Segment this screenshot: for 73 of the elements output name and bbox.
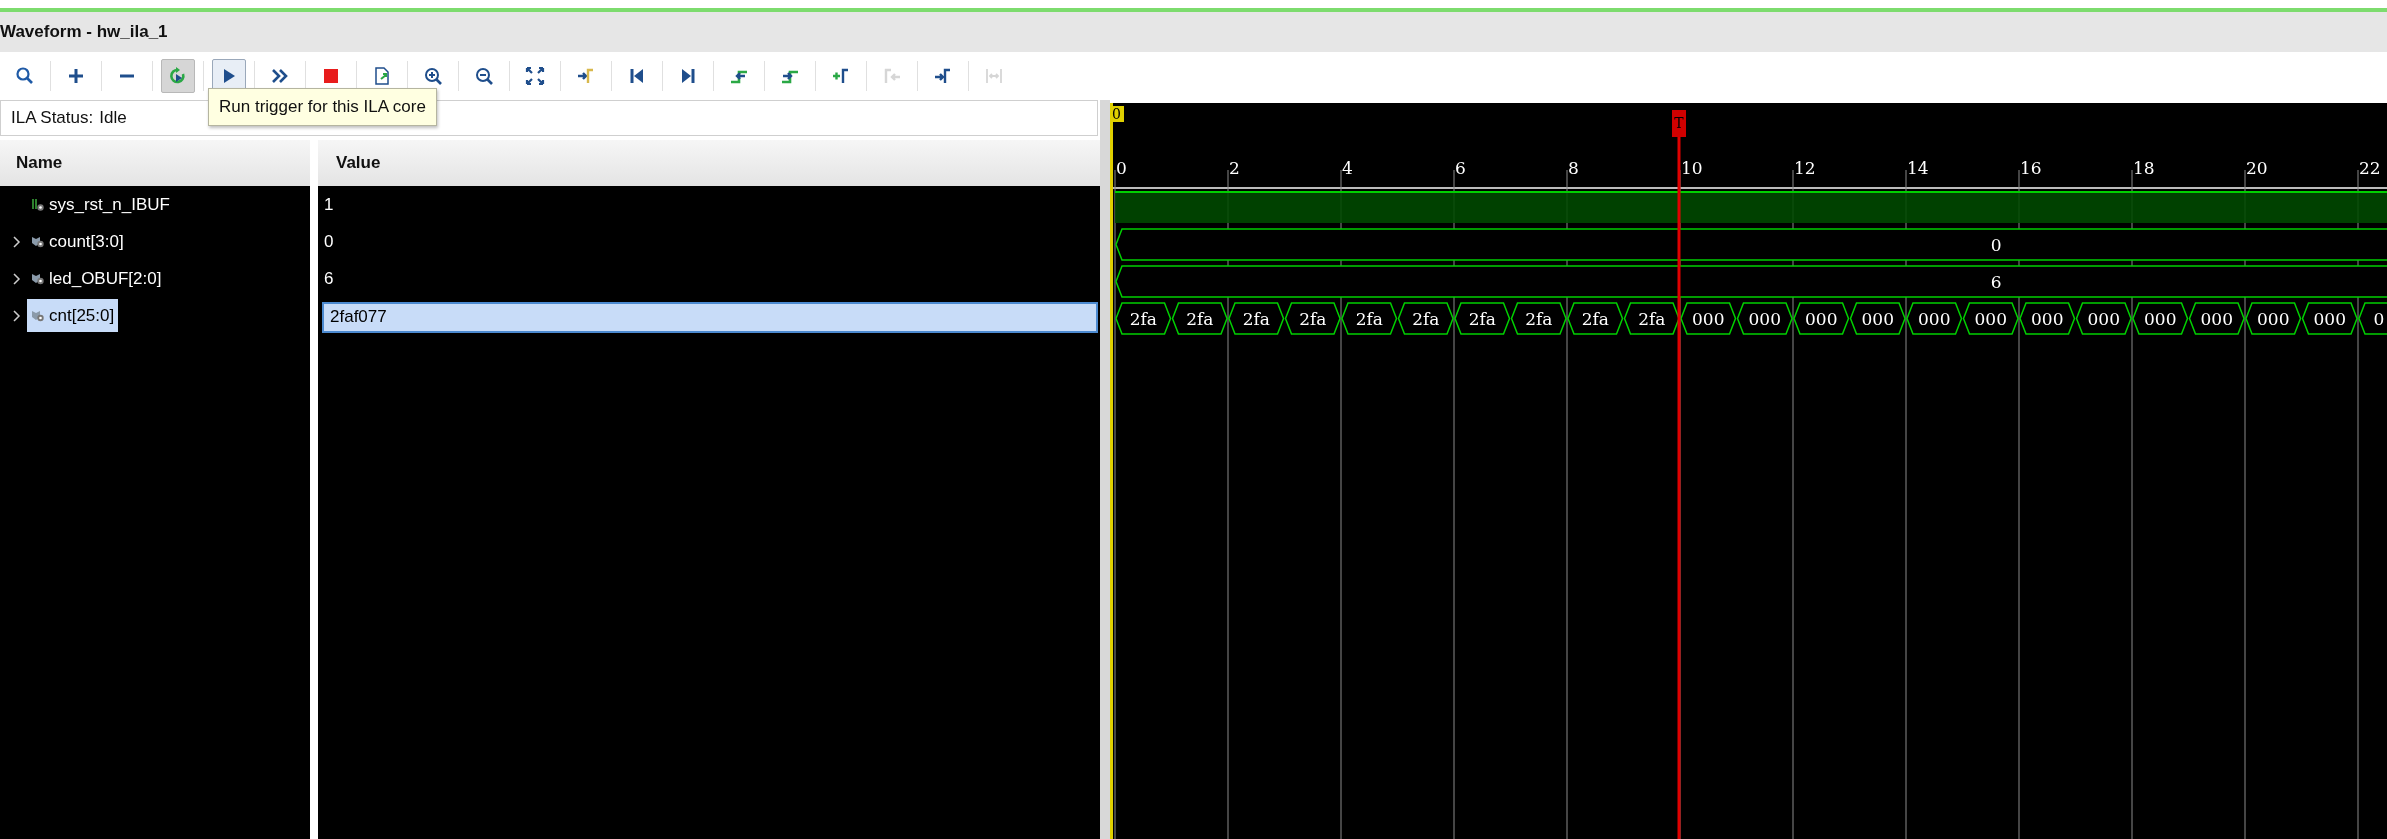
time-tick-label: 8 [1568, 158, 1579, 178]
auto-retrigger-button[interactable] [161, 59, 195, 93]
bus-value: 2fa [1623, 302, 1680, 335]
plus-bracket-icon [831, 66, 851, 86]
time-tick-label: 0 [1116, 158, 1127, 178]
signal-name[interactable]: cnt[25:0] [27, 299, 119, 332]
minus-icon [119, 74, 135, 78]
bus-value: 000 [1736, 302, 1793, 335]
bus-value: 2fa [1510, 302, 1567, 335]
signal-value: 2faf077 [322, 301, 1098, 333]
bus-value: 000 [2075, 302, 2132, 335]
signal-value: 0 [323, 230, 334, 253]
bus-value: 000 [1849, 302, 1906, 335]
bus-value: 2fa [1228, 302, 1285, 335]
bus-value: 2fa [1454, 302, 1511, 335]
time-tick-label: 2 [1229, 158, 1240, 178]
bus-value: 000 [2132, 302, 2189, 335]
time-tick-label: 14 [1907, 158, 1929, 178]
bit-signal-icon [31, 197, 45, 212]
bus-signal-icon [31, 234, 45, 249]
bus-value: 2fa [1115, 302, 1172, 335]
bus-signal-icon [31, 308, 45, 323]
bus-value: 000 [1962, 302, 2019, 335]
signal-name[interactable]: led_OBUF[2:0] [27, 262, 166, 295]
search-icon [15, 66, 35, 86]
column-header[interactable]: Name [0, 140, 310, 186]
zoom-in-icon [423, 66, 443, 86]
trigger-marker[interactable]: T [1672, 110, 1686, 137]
time-tick-label: 22 [2359, 158, 2381, 178]
bus-value: 2fa [1171, 302, 1228, 335]
waveform-panel[interactable]: 0 2 4 6 8 10 12 14 16 18 20 22 0 6 2fa 2fa 2fa 2fa 2fa 2fa 2fa 2fa 2fa 2fa 000 000 000 000 000 000 000 000 000 000 000 000 0 0 T [1110, 103, 2387, 839]
signal-value: 6 [323, 267, 334, 290]
status-label: ILA Status: [11, 108, 94, 128]
bus-value: 0 [2358, 302, 2387, 335]
time-tick-label: 10 [1681, 158, 1703, 178]
bus-value: 6 [1115, 265, 2387, 298]
column-header[interactable]: Value [318, 140, 1100, 186]
circular-arrow-icon [168, 66, 188, 86]
status-value: Idle [99, 108, 127, 128]
plus-icon [66, 66, 86, 86]
bus-value: 2fa [1567, 302, 1624, 335]
bus-value: 2fa [1341, 302, 1398, 335]
arrow-bracket-icon [576, 66, 596, 86]
bus-value: 000 [1793, 302, 1850, 335]
double-arrow-icon [984, 66, 1004, 86]
bus-value: 2fa [1284, 302, 1341, 335]
bus-value: 000 [2019, 302, 2076, 335]
signal-name[interactable]: sys_rst_n_IBUF [27, 188, 174, 221]
time-tick-label: 4 [1342, 158, 1353, 178]
tooltip: Run trigger for this ILA core [208, 88, 437, 126]
bus-value: 000 [2245, 302, 2302, 335]
time-tick-label: 16 [2020, 158, 2042, 178]
stop-icon [321, 66, 341, 86]
cursor-marker[interactable]: 0 [1110, 106, 1124, 122]
bus-value: 000 [2188, 302, 2245, 335]
bus-value: 000 [1680, 302, 1737, 335]
time-tick-label: 20 [2246, 158, 2268, 178]
time-tick-label: 12 [1794, 158, 1816, 178]
time-tick-label: 6 [1455, 158, 1466, 178]
signal-value: 1 [323, 193, 334, 216]
arrow-bracket-icon [933, 66, 953, 86]
time-tick-label: 18 [2133, 158, 2155, 178]
bus-value: 0 [1115, 228, 2387, 261]
zoom-out-icon [474, 66, 494, 86]
signal-name[interactable]: count[3:0] [27, 225, 128, 258]
bus-signal-icon [31, 271, 45, 286]
bracket-arrow-icon [882, 66, 902, 86]
bus-value: 000 [1906, 302, 1963, 335]
expand-arrows-icon [525, 66, 545, 86]
document-arrow-icon [372, 66, 392, 86]
bus-value: 000 [2301, 302, 2358, 335]
window-title: Waveform - hw_ila_1 [0, 22, 168, 42]
bus-value: 2fa [1397, 302, 1454, 335]
